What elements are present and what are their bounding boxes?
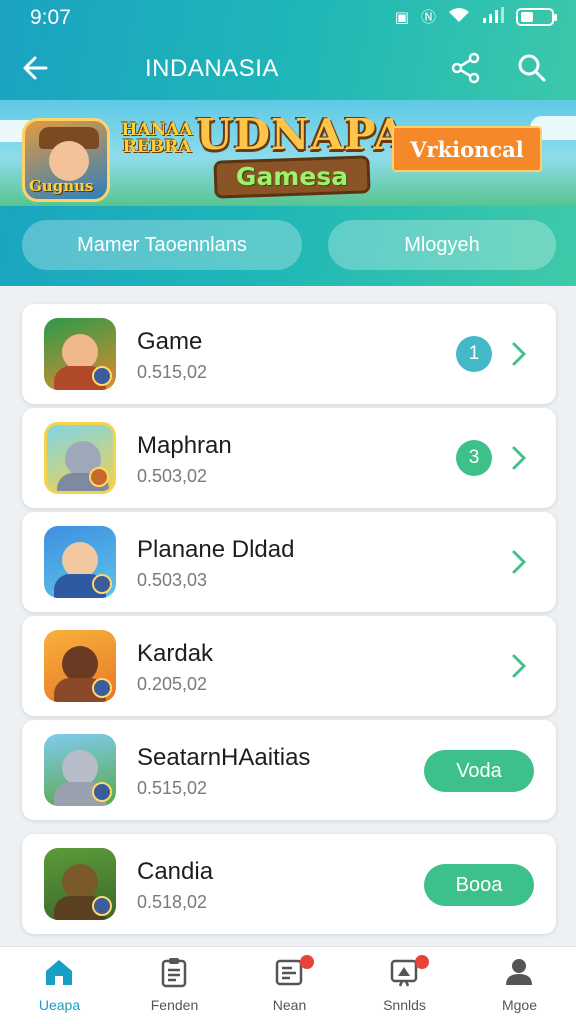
tab-second[interactable]: Mlogyeh (328, 220, 556, 270)
notification-dot (300, 955, 314, 969)
vibrate-icon: ▣ (394, 8, 409, 26)
game-meta: 0.503,02 (137, 466, 208, 486)
nav-item-home[interactable]: Ueapa (2, 947, 117, 1024)
nav-item-profile[interactable]: Mgoe (462, 947, 576, 1024)
list-item[interactable]: Planane Dldad 0.503,03 (22, 512, 556, 612)
nav-label: Nean (272, 997, 307, 1013)
game-action-button[interactable]: Booa (424, 864, 534, 906)
game-name: Maphran (137, 432, 232, 459)
promo-banner[interactable]: Gugnus HANAA REBRA UDNAPA Gamesa Vrkionc… (0, 100, 576, 206)
banner-logo-title: UDNAPA (196, 110, 408, 159)
notification-dot (415, 955, 429, 969)
chevron-right-icon[interactable] (508, 650, 530, 682)
search-icon (518, 54, 546, 82)
app-bar: INDANASIA (0, 40, 576, 96)
game-meta: 0.518,02 (137, 892, 208, 912)
status-bar: 9:07 ▣ Ⓝ (0, 0, 576, 34)
chevron-right-icon[interactable] (508, 442, 530, 474)
goat-game-icon (44, 734, 116, 806)
chevron-right-icon[interactable] (508, 546, 530, 578)
nav-item-nean[interactable]: Nean (232, 947, 347, 1024)
share-button[interactable] (448, 50, 484, 86)
header: 9:07 ▣ Ⓝ INDANASIA Gugnus HANAA REBRA UD… (0, 0, 576, 286)
chevron-right-icon[interactable] (508, 338, 530, 370)
banner-small-text: HANAA REBRA (121, 120, 193, 157)
tab-first[interactable]: Mamer Taoennlans (22, 220, 302, 270)
nav-label: Fenden (150, 997, 199, 1013)
nav-item-fenden[interactable]: Fenden (117, 947, 232, 1024)
list-item[interactable]: Candia 0.518,02 Booa (22, 834, 556, 934)
nav-label: Snnlds (383, 997, 426, 1013)
banner-hero-label: Gugnus (29, 177, 94, 195)
game-meta: 0.515,02 (137, 778, 208, 798)
game-name: Planane Dldad (137, 536, 295, 563)
status-time: 9:07 (30, 6, 71, 29)
clipboard-icon (161, 958, 187, 988)
nav-label: Mgoe (501, 997, 538, 1013)
animal-game-icon (44, 630, 116, 702)
profile-icon (506, 959, 532, 985)
nfc-icon: Ⓝ (420, 9, 436, 26)
game-name: Game (137, 328, 203, 355)
adventurer-game-icon (44, 318, 116, 390)
back-button[interactable] (18, 50, 54, 86)
game-name: Kardak (137, 640, 214, 667)
battery-icon (516, 7, 557, 26)
search-button[interactable] (514, 50, 550, 86)
count-badge: 1 (456, 336, 492, 372)
arrow-left-icon (23, 56, 48, 80)
game-name: SeatarnHAaitias (137, 744, 311, 771)
bottom-nav: Ueapa Fenden Nean Snnlds Mgoe (0, 946, 576, 1024)
list-item[interactable]: Maphran 0.503,02 3 (22, 408, 556, 508)
page-title: INDANASIA (145, 55, 279, 82)
game-list: Game 0.515,02 1 Maphran 0.503,02 3 Plana… (0, 286, 576, 946)
banner-cta-button[interactable]: Vrkioncal (392, 126, 542, 172)
game-name: Candia (137, 858, 214, 885)
list-item[interactable]: Game 0.515,02 1 (22, 304, 556, 404)
home-icon (46, 960, 72, 985)
list-item[interactable]: SeatarnHAaitias 0.515,02 Voda (22, 720, 556, 820)
banner-hero-image: Gugnus (22, 118, 110, 202)
game-meta: 0.205,02 (137, 674, 208, 694)
tab-bar: Mamer Taoennlans Mlogyeh (0, 220, 576, 272)
creature-game-icon (44, 422, 116, 494)
list-item[interactable]: Kardak 0.205,02 (22, 616, 556, 716)
game-action-button[interactable]: Voda (424, 750, 534, 792)
wifi-icon (448, 7, 470, 27)
ogre-game-icon (44, 848, 116, 920)
banner-logo-subtitle: Gamesa (235, 162, 349, 191)
game-meta: 0.503,03 (137, 570, 208, 590)
signal-icon (482, 6, 504, 27)
share-icon (451, 52, 480, 84)
banner-logo: UDNAPA Gamesa (196, 104, 408, 200)
status-icons: ▣ Ⓝ (394, 6, 557, 27)
game-meta: 0.515,02 (137, 362, 208, 382)
nav-label: Ueapa (38, 997, 81, 1013)
nav-item-snnlds[interactable]: Snnlds (347, 947, 462, 1024)
warrior-game-icon (44, 526, 116, 598)
count-badge: 3 (456, 440, 492, 476)
